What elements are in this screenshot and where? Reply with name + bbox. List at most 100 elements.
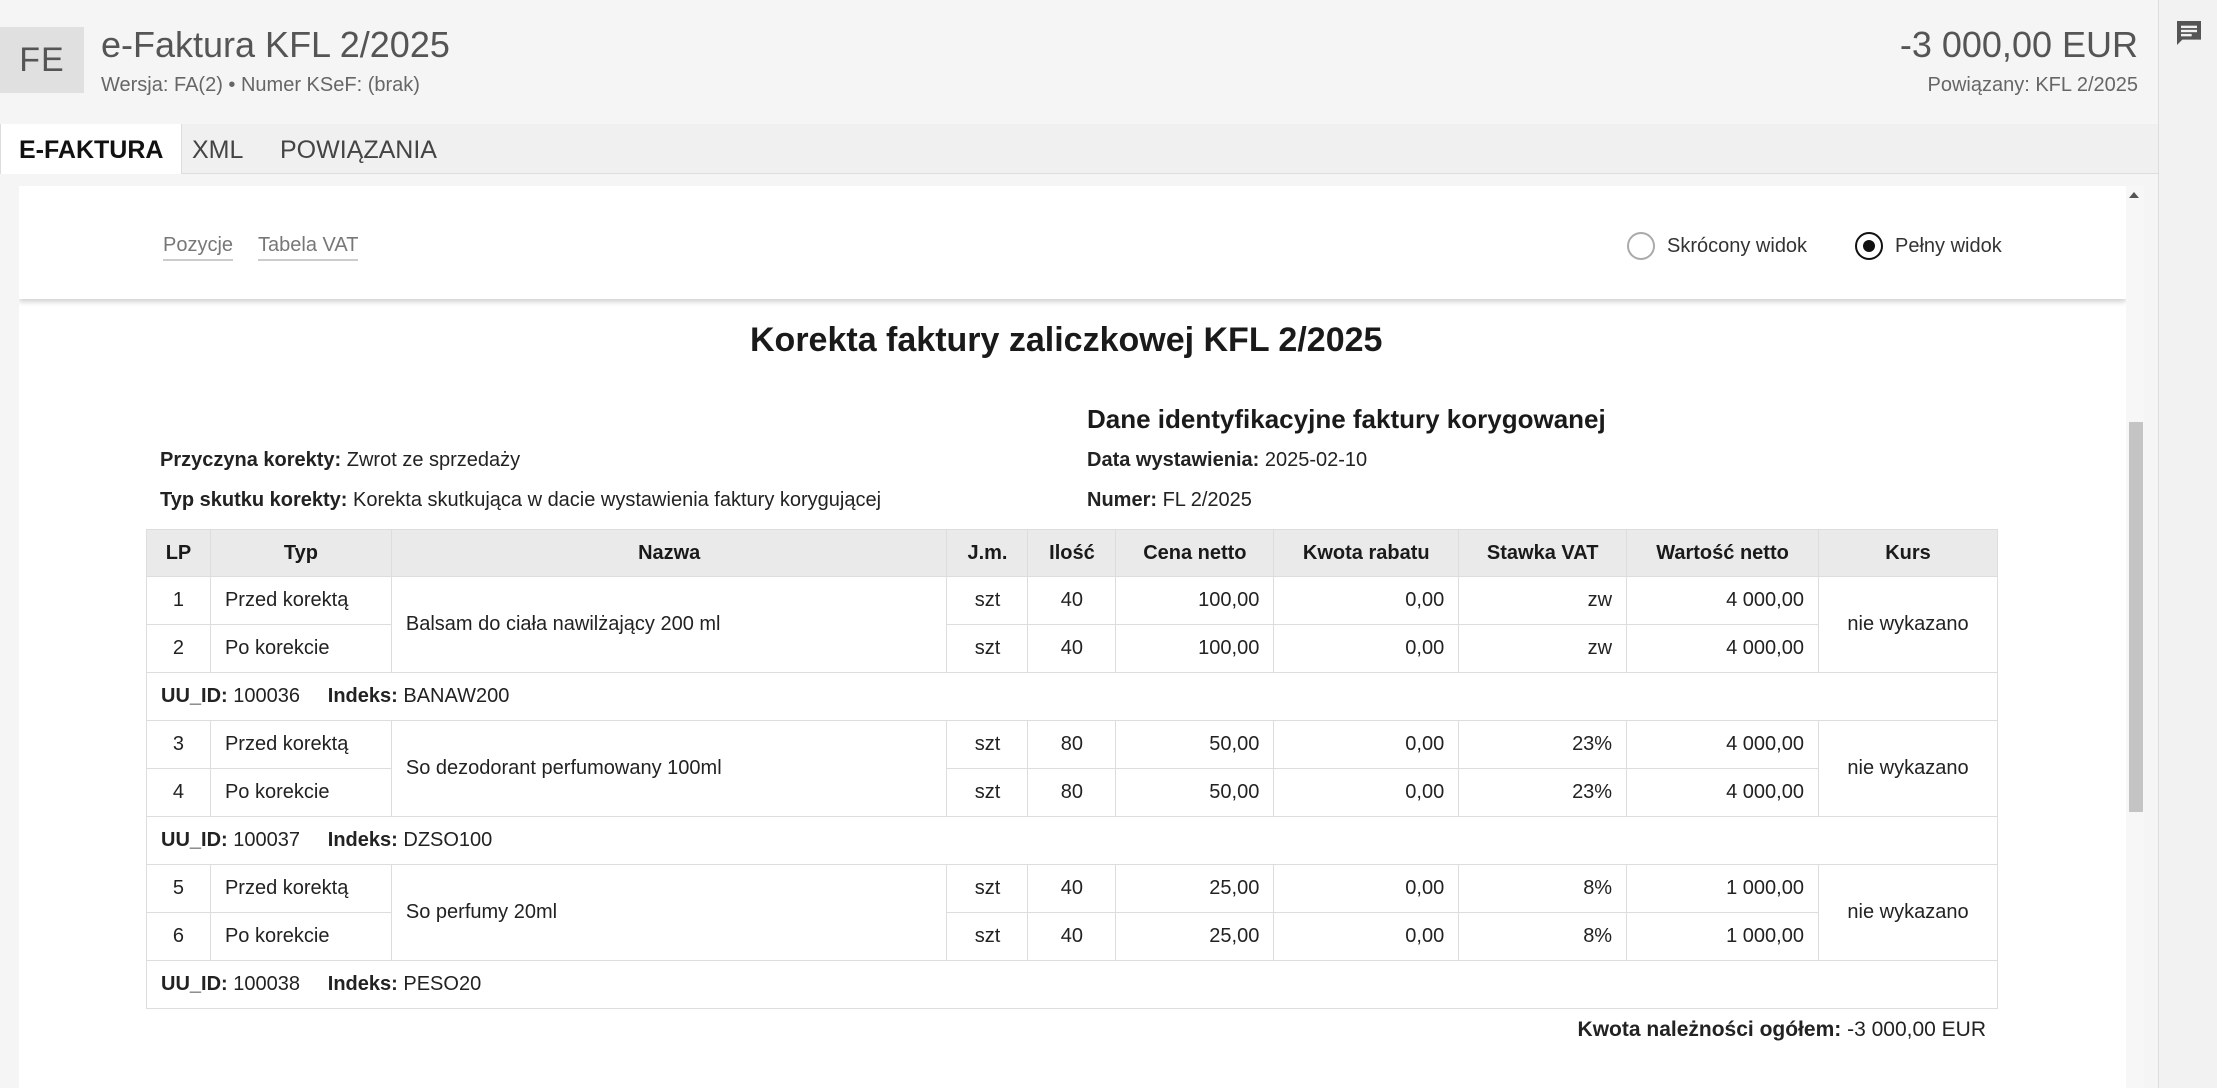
- table-header-row: LP Typ Nazwa J.m. Ilość Cena netto Kwota…: [146, 529, 1999, 577]
- cell-nazwa: Balsam do ciała nawilżający 200 ml: [390, 576, 948, 673]
- cell-wartosc: 1 000,00: [1626, 864, 1819, 913]
- page-subtitle: Wersja: FA(2) • Numer KSeF: (brak): [101, 74, 420, 96]
- doc-type-avatar: FE: [0, 27, 84, 93]
- cell-typ: Po korekcie: [209, 624, 392, 673]
- cell-lp: 6: [146, 912, 211, 961]
- page-title: e-Faktura KFL 2/2025: [101, 24, 450, 65]
- cell-jm: szt: [946, 864, 1029, 913]
- correction-reason: Przyczyna korekty: Zwrot ze sprzedaży: [160, 449, 521, 471]
- cell-vat: 23%: [1458, 720, 1628, 769]
- item-meta-row: UU_ID: 100036 Indeks: BANAW200: [146, 672, 1998, 721]
- cell-typ: Przed korektą: [209, 720, 392, 769]
- cell-ilosc: 40: [1027, 864, 1117, 913]
- document-amount: -3 000,00 EUR: [1899, 24, 2138, 65]
- cell-rabat: 0,00: [1273, 624, 1460, 673]
- short-view-radio[interactable]: [1627, 232, 1655, 260]
- cell-rabat: 0,00: [1273, 912, 1460, 961]
- cell-ilosc: 40: [1027, 912, 1117, 961]
- cell-vat: 8%: [1458, 864, 1628, 913]
- linked-document[interactable]: Powiązany: KFL 2/2025: [1928, 74, 2139, 97]
- vat-table-link[interactable]: Tabela VAT: [258, 234, 359, 261]
- table-row: 5 Przed korektą So perfumy 20ml szt 40 2…: [146, 864, 1999, 961]
- items-table: LP Typ Nazwa J.m. Ilość Cena netto Kwota…: [146, 529, 1999, 1009]
- cell-jm: szt: [946, 912, 1029, 961]
- chat-icon[interactable]: [2173, 17, 2205, 49]
- positions-link[interactable]: Pozycje: [163, 234, 234, 261]
- correction-effect: Typ skutku korekty: Korekta skutkująca w…: [160, 489, 882, 511]
- cell-kurs: nie wykazano: [1817, 720, 1999, 817]
- document-header: FE e-Faktura KFL 2/2025 Wersja: FA(2) • …: [0, 0, 2158, 124]
- item-meta-row: UU_ID: 100037 Indeks: DZSO100: [146, 816, 1998, 865]
- invoice-view: Pozycje Tabela VAT Skrócony widok Pełny …: [19, 186, 2126, 1088]
- cell-rabat: 0,00: [1273, 576, 1460, 625]
- cell-ilosc: 80: [1027, 720, 1117, 769]
- cell-jm: szt: [946, 720, 1029, 769]
- cell-typ: Po korekcie: [209, 768, 392, 817]
- corrected-invoice-heading: Dane identyfikacyjne faktury korygowanej: [1087, 404, 1606, 434]
- cell-vat: 8%: [1458, 912, 1628, 961]
- cell-kurs: nie wykazano: [1817, 864, 1999, 961]
- cell-wartosc: 4 000,00: [1626, 624, 1819, 673]
- short-view-option[interactable]: Skrócony widok: [1627, 232, 1807, 260]
- full-view-option[interactable]: Pełny widok: [1855, 232, 2002, 260]
- cell-typ: Przed korektą: [209, 864, 392, 913]
- col-wartosc: Wartość netto: [1626, 529, 1819, 577]
- issue-date: Data wystawienia: 2025-02-10: [1087, 449, 1368, 471]
- col-vat: Stawka VAT: [1458, 529, 1628, 577]
- cell-rabat: 0,00: [1273, 720, 1460, 769]
- cell-wartosc: 1 000,00: [1626, 912, 1819, 961]
- corrected-number: Numer: FL 2/2025: [1087, 489, 1252, 511]
- full-view-label: Pełny widok: [1895, 234, 2002, 257]
- content-scrollbar[interactable]: [2126, 186, 2144, 1088]
- cell-cena: 25,00: [1115, 912, 1275, 961]
- short-view-label: Skrócony widok: [1667, 234, 1808, 257]
- cell-vat: 23%: [1458, 768, 1628, 817]
- col-rabat: Kwota rabatu: [1273, 529, 1460, 577]
- col-jm: J.m.: [946, 529, 1029, 577]
- tab-e-faktura[interactable]: E-FAKTURA: [0, 124, 183, 174]
- table-row: 3 Przed korektą So dezodorant perfumowan…: [146, 720, 1999, 817]
- col-nazwa: Nazwa: [390, 529, 948, 577]
- cell-ilosc: 40: [1027, 576, 1117, 625]
- col-kurs: Kurs: [1817, 529, 1999, 577]
- item-meta: UU_ID: 100038 Indeks: PESO20: [146, 960, 1998, 1009]
- col-typ: Typ: [209, 529, 392, 577]
- cell-lp: 3: [146, 720, 211, 769]
- cell-nazwa: So perfumy 20ml: [390, 864, 948, 961]
- cell-jm: szt: [946, 768, 1029, 817]
- cell-lp: 4: [146, 768, 211, 817]
- cell-jm: szt: [946, 576, 1029, 625]
- col-lp: LP: [146, 529, 211, 577]
- cell-typ: Przed korektą: [209, 576, 392, 625]
- item-meta-row: UU_ID: 100038 Indeks: PESO20: [146, 960, 1998, 1009]
- cell-wartosc: 4 000,00: [1626, 576, 1819, 625]
- cell-cena: 50,00: [1115, 720, 1275, 769]
- scroll-up-icon[interactable]: [2129, 192, 2139, 198]
- cell-wartosc: 4 000,00: [1626, 720, 1819, 769]
- cell-rabat: 0,00: [1273, 864, 1460, 913]
- cell-jm: szt: [946, 624, 1029, 673]
- item-meta: UU_ID: 100037 Indeks: DZSO100: [146, 816, 1998, 865]
- cell-cena: 25,00: [1115, 864, 1275, 913]
- table-row: 1 Przed korektą Balsam do ciała nawilżaj…: [146, 576, 1999, 673]
- tab-powiazania[interactable]: POWIĄZANIA: [262, 124, 455, 174]
- scroll-thumb[interactable]: [2129, 422, 2143, 812]
- cell-lp: 2: [146, 624, 211, 673]
- cell-rabat: 0,00: [1273, 768, 1460, 817]
- full-view-radio[interactable]: [1855, 232, 1883, 260]
- cell-typ: Po korekcie: [209, 912, 392, 961]
- cell-lp: 1: [146, 576, 211, 625]
- cell-ilosc: 80: [1027, 768, 1117, 817]
- cell-lp: 5: [146, 864, 211, 913]
- invoice-title: Korekta faktury zaliczkowej KFL 2/2025: [750, 321, 1383, 359]
- cell-vat: zw: [1458, 576, 1628, 625]
- cell-kurs: nie wykazano: [1817, 576, 1999, 673]
- tab-xml[interactable]: XML: [174, 124, 261, 174]
- cell-vat: zw: [1458, 624, 1628, 673]
- cell-ilosc: 40: [1027, 624, 1117, 673]
- cell-nazwa: So dezodorant perfumowany 100ml: [390, 720, 948, 817]
- right-rail: [2158, 0, 2217, 1088]
- cell-wartosc: 4 000,00: [1626, 768, 1819, 817]
- item-meta: UU_ID: 100036 Indeks: BANAW200: [146, 672, 1998, 721]
- view-toolbar: Pozycje Tabela VAT Skrócony widok Pełny …: [19, 186, 2126, 299]
